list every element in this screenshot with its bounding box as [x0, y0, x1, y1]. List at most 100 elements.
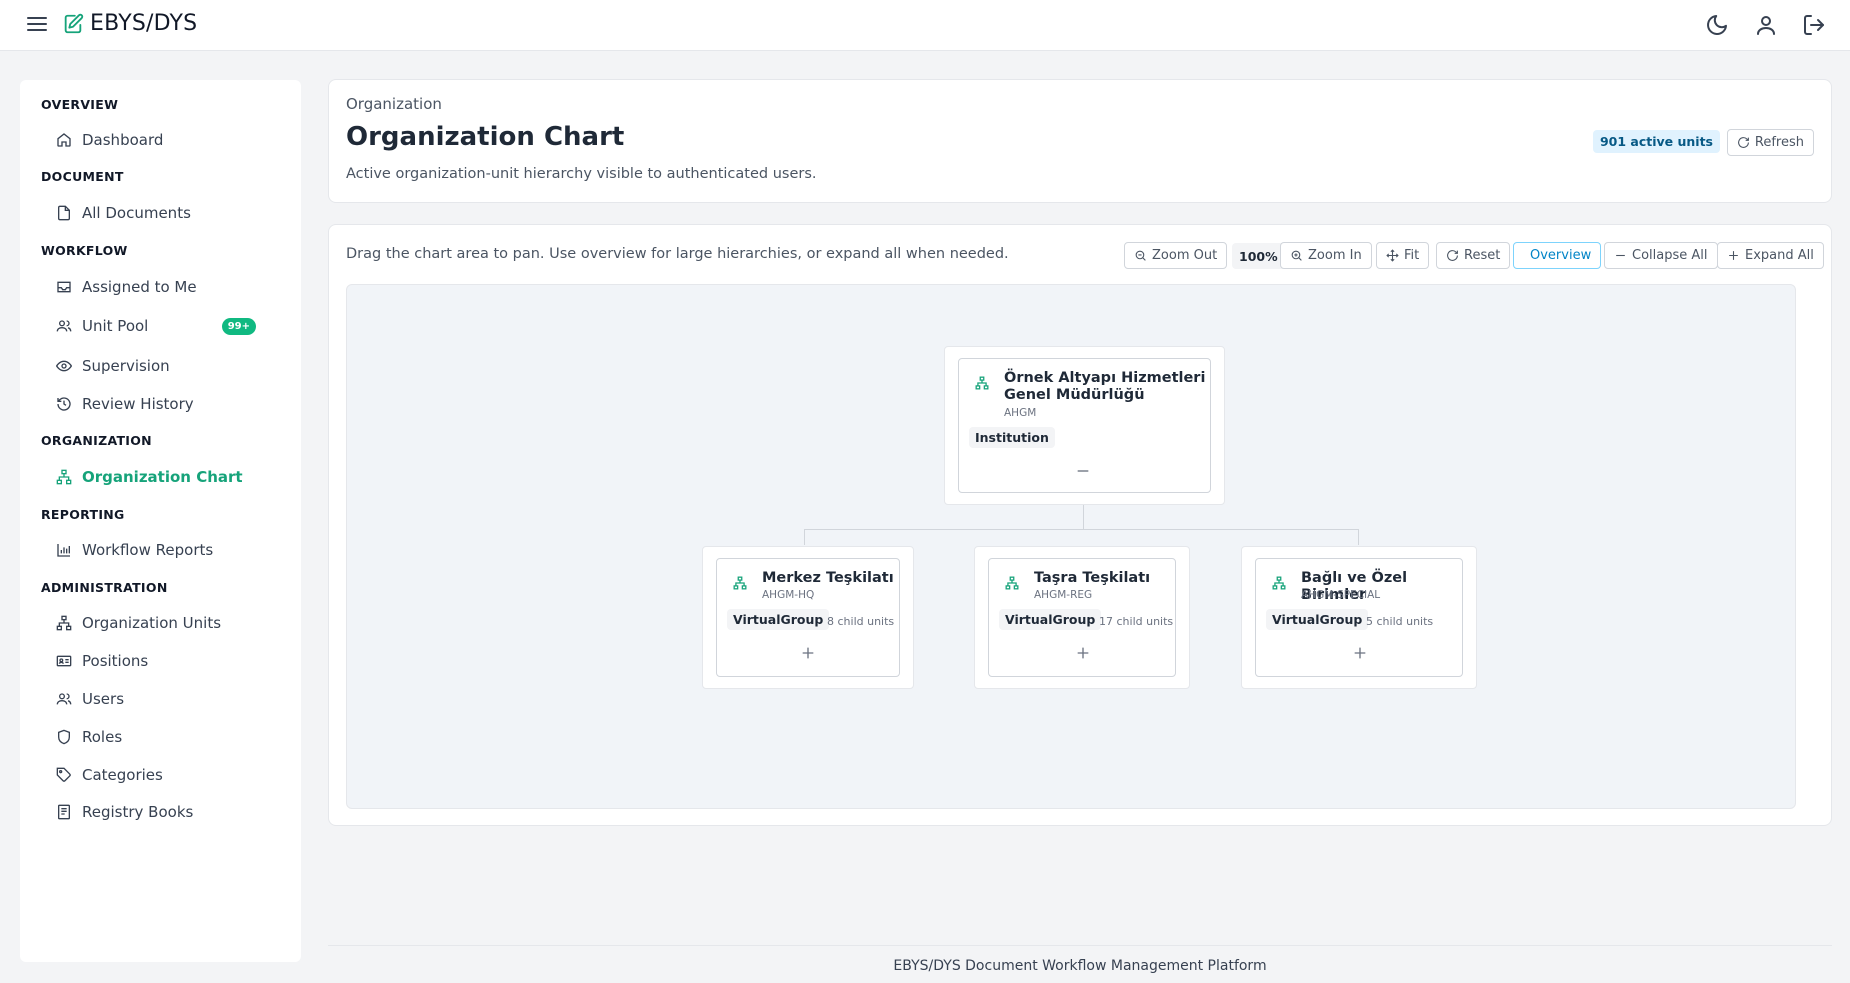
- org-node-code: AHGM-SPECIAL: [1301, 589, 1381, 601]
- org-node-child[interactable]: Bağlı ve Özel Birimler AHGM-SPECIAL Virt…: [1241, 546, 1477, 689]
- refresh-icon: [1738, 137, 1749, 148]
- zoom-in-label: Zoom In: [1308, 248, 1362, 263]
- sidebar-item-label: Organization Chart: [82, 468, 243, 486]
- org-chart-icon: [1272, 576, 1286, 590]
- zoom-in-button[interactable]: Zoom In: [1280, 242, 1372, 269]
- org-node-name: Merkez Teşkilatı: [762, 570, 894, 586]
- sidebar-item-all-documents[interactable]: All Documents: [56, 199, 286, 227]
- refresh-label: Refresh: [1754, 135, 1804, 150]
- org-node-name: Örnek Altyapı Hizmetleri: [1004, 370, 1206, 386]
- sidebar-item-categories[interactable]: Categories: [56, 761, 286, 789]
- collapse-all-label: Collapse All: [1632, 248, 1708, 263]
- menu-icon[interactable]: [27, 14, 47, 34]
- chart-hint: Drag the chart area to pan. Use overview…: [346, 246, 1009, 262]
- zoom-level: 100%: [1232, 243, 1285, 269]
- fit-label: Fit: [1404, 248, 1420, 263]
- sidebar-item-label: Roles: [82, 728, 123, 746]
- org-node-child-count: 17 child units: [1099, 615, 1174, 628]
- reset-icon: [1447, 250, 1458, 261]
- expand-all-label: Expand All: [1745, 248, 1814, 263]
- inbox-icon: [57, 281, 71, 293]
- sidebar-item-label: Review History: [82, 395, 194, 413]
- expand-node-icon[interactable]: [1352, 645, 1368, 661]
- org-node-child[interactable]: Merkez Teşkilatı AHGM-HQ VirtualGroup 8 …: [702, 546, 914, 689]
- org-chart-icon: [733, 576, 747, 590]
- org-chart-icon: [1005, 576, 1019, 590]
- org-node-type-badge: VirtualGroup: [999, 609, 1102, 630]
- org-node-root[interactable]: Örnek Altyapı Hizmetleri Genel Müdürlüğü…: [944, 346, 1225, 505]
- logo-icon: [64, 13, 84, 34]
- expand-node-icon[interactable]: [800, 645, 816, 661]
- org-node-child-card: Bağlı ve Özel Birimler AHGM-SPECIAL Virt…: [1255, 558, 1463, 677]
- collapse-node-icon[interactable]: [1075, 463, 1091, 479]
- sidebar: OVERVIEW Dashboard DOCUMENT All Document…: [20, 80, 301, 962]
- expand-all-button[interactable]: Expand All: [1717, 242, 1824, 269]
- sidebar-item-label: Registry Books: [82, 803, 194, 821]
- connector-line: [1358, 529, 1359, 545]
- page-subtitle: Active organization-unit hierarchy visib…: [346, 166, 817, 182]
- users-icon: [56, 693, 72, 705]
- refresh-button[interactable]: Refresh: [1726, 129, 1814, 156]
- sidebar-section-reporting: REPORTING: [41, 507, 125, 522]
- zoom-out-label: Zoom Out: [1152, 248, 1218, 263]
- sidebar-item-organization-units[interactable]: Organization Units: [56, 609, 286, 637]
- org-node-type-badge: Institution: [969, 427, 1055, 448]
- sidebar-item-users[interactable]: Users: [56, 685, 286, 713]
- sidebar-item-unit-pool[interactable]: Unit Pool 99+: [56, 312, 286, 340]
- sidebar-item-label: Assigned to Me: [82, 278, 197, 296]
- logout-icon[interactable]: [1802, 13, 1826, 37]
- org-node-root-card: Örnek Altyapı Hizmetleri Genel Müdürlüğü…: [958, 358, 1211, 493]
- sidebar-item-organization-chart[interactable]: Organization Chart: [56, 463, 286, 491]
- org-node-code: AHGM-HQ: [762, 589, 815, 601]
- sidebar-item-assigned-to-me[interactable]: Assigned to Me: [56, 273, 286, 301]
- moon-icon[interactable]: [1705, 13, 1729, 37]
- sidebar-item-positions[interactable]: Positions: [56, 647, 286, 675]
- breadcrumb[interactable]: Organization: [346, 95, 442, 113]
- org-node-type-badge: VirtualGroup: [1266, 609, 1369, 630]
- history-icon: [57, 397, 71, 411]
- user-icon[interactable]: [1754, 13, 1778, 37]
- reset-button[interactable]: Reset: [1436, 242, 1511, 269]
- book-icon: [58, 804, 70, 820]
- connector-line: [804, 529, 805, 545]
- minus-icon: [1616, 254, 1625, 257]
- unit-pool-count-badge: 99+: [221, 317, 256, 335]
- org-chart-icon: [975, 376, 989, 390]
- sidebar-item-label: Dashboard: [82, 131, 164, 149]
- sidebar-item-label: Categories: [82, 766, 163, 784]
- sidebar-item-label: Workflow Reports: [82, 541, 214, 559]
- zoom-out-button[interactable]: Zoom Out: [1124, 242, 1228, 269]
- org-node-code: AHGM-REG: [1034, 589, 1093, 601]
- overview-button[interactable]: Overview: [1513, 242, 1602, 269]
- org-node-child-card: Merkez Teşkilatı AHGM-HQ VirtualGroup 8 …: [716, 558, 900, 677]
- sidebar-item-review-history[interactable]: Review History: [56, 390, 286, 418]
- sidebar-item-roles[interactable]: Roles: [56, 723, 286, 751]
- org-node-name: Genel Müdürlüğü: [1004, 387, 1145, 403]
- zoom-in-icon: [1291, 250, 1302, 261]
- connector-line: [1083, 505, 1084, 529]
- sidebar-item-workflow-reports[interactable]: Workflow Reports: [56, 536, 286, 564]
- sidebar-item-label: Users: [82, 690, 125, 708]
- sidebar-section-overview: OVERVIEW: [41, 97, 119, 112]
- org-chart-icon: [56, 615, 72, 631]
- sidebar-item-dashboard[interactable]: Dashboard: [56, 126, 286, 154]
- active-units-badge: 901 active units: [1592, 130, 1720, 153]
- home-icon: [57, 133, 71, 147]
- expand-node-icon[interactable]: [1075, 645, 1091, 661]
- file-icon: [58, 205, 70, 221]
- org-chart-icon: [56, 469, 72, 485]
- org-node-name: Taşra Teşkilatı: [1034, 570, 1151, 586]
- sidebar-section-document: DOCUMENT: [41, 169, 124, 184]
- collapse-all-button[interactable]: Collapse All: [1604, 242, 1718, 269]
- fit-button[interactable]: Fit: [1376, 242, 1430, 269]
- plus-icon: [1729, 251, 1738, 260]
- org-node-child[interactable]: Taşra Teşkilatı AHGM-REG VirtualGroup 17…: [974, 546, 1190, 689]
- sidebar-item-supervision[interactable]: Supervision: [56, 352, 286, 380]
- footer-text: EBYS/DYS Document Workflow Management Pl…: [893, 958, 1267, 974]
- chart-canvas[interactable]: Örnek Altyapı Hizmetleri Genel Müdürlüğü…: [346, 284, 1796, 809]
- sidebar-item-registry-books[interactable]: Registry Books: [56, 798, 286, 826]
- tag-icon: [56, 767, 71, 782]
- page-title: Organization Chart: [346, 122, 625, 152]
- connector-line: [804, 529, 1358, 530]
- move-icon: [1386, 249, 1399, 262]
